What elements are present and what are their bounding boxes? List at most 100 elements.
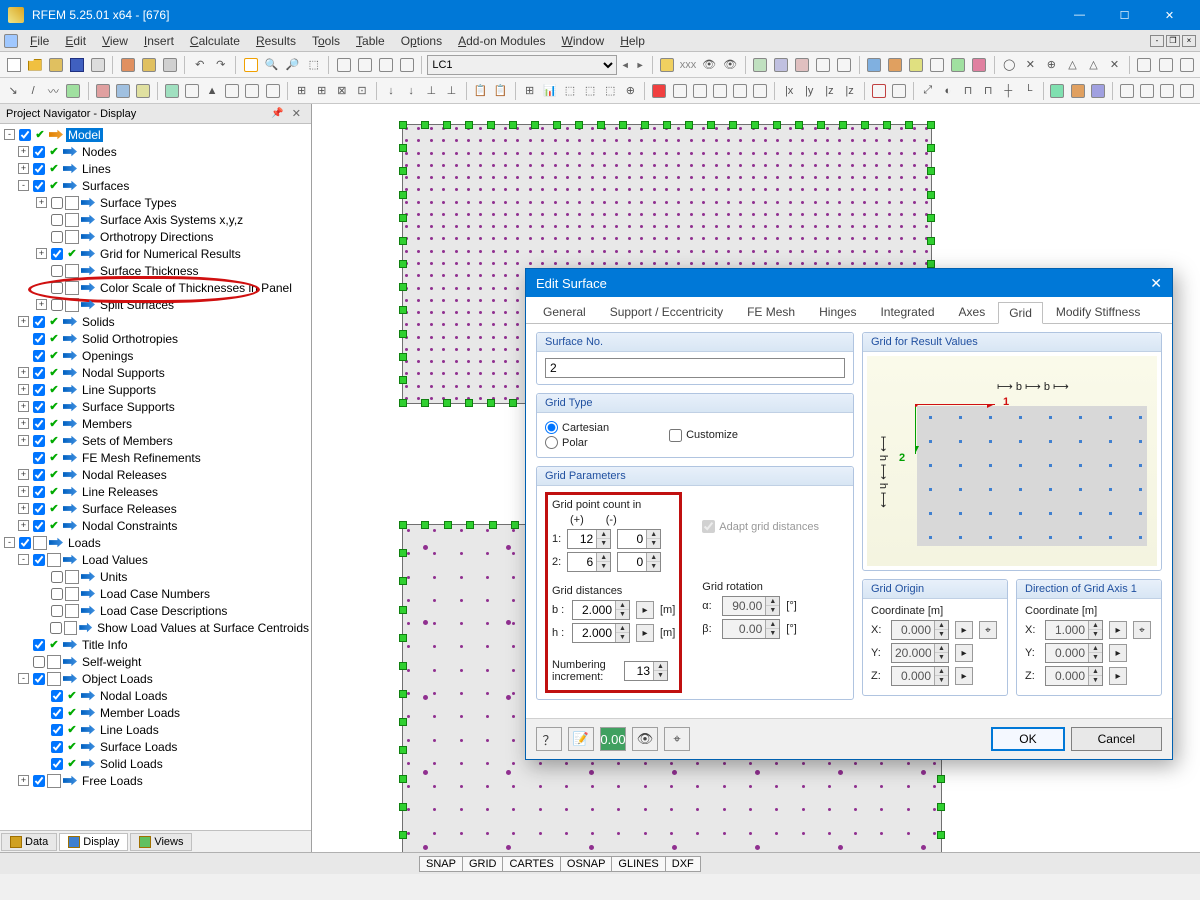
tb-btn-b4[interactable]: ⬚	[304, 55, 323, 75]
tree-line_sup[interactable]: +✔Line Supports	[0, 381, 311, 398]
tab-fe[interactable]: FE Mesh	[736, 301, 806, 323]
tree-model[interactable]: -✔Model	[0, 126, 311, 143]
menu-help[interactable]: Help	[612, 32, 653, 50]
help-icon[interactable]: ？	[536, 727, 562, 751]
tree-load_values[interactable]: -Load Values	[0, 551, 311, 568]
tb-btn-c3[interactable]	[376, 55, 395, 75]
undo-button[interactable]: ↶	[190, 55, 209, 75]
t2-41[interactable]	[890, 81, 908, 101]
t2-30[interactable]	[650, 81, 668, 101]
tb-g5[interactable]: △	[1084, 55, 1103, 75]
dist-h[interactable]: ▲▼	[572, 623, 630, 643]
tb-btn-a2[interactable]	[139, 55, 158, 75]
tree-fe_ref[interactable]: ✔FE Mesh Refinements	[0, 449, 311, 466]
loadcase-combo[interactable]: LC1	[427, 55, 616, 75]
nav-tab-data[interactable]: Data	[1, 833, 57, 851]
calc-icon[interactable]: 0.00	[600, 727, 626, 751]
tb-f6[interactable]	[970, 55, 989, 75]
count-1-minus[interactable]: ▲▼	[617, 529, 661, 549]
pin-icon[interactable]: 📌	[267, 108, 287, 119]
tb-e5[interactable]	[835, 55, 854, 75]
tb-e1[interactable]	[751, 55, 770, 75]
tree-lines[interactable]: +✔Lines	[0, 160, 311, 177]
t2-14[interactable]: ⊞	[293, 81, 311, 101]
polar-radio[interactable]	[545, 436, 558, 449]
tab-support[interactable]: Support / Eccentricity	[599, 301, 734, 323]
tree-solid_ortho[interactable]: ✔Solid Orthotropies	[0, 330, 311, 347]
tree-ll[interactable]: ✔Line Loads	[0, 721, 311, 738]
menu-calculate[interactable]: Calculate	[182, 32, 248, 50]
tree-titleinfo[interactable]: ✔Title Info	[0, 636, 311, 653]
tree-sl[interactable]: ✔Surface Loads	[0, 738, 311, 755]
menu-table[interactable]: Table	[348, 32, 393, 50]
t2-52[interactable]	[1138, 81, 1156, 101]
menu-addons[interactable]: Add-on Modules	[450, 32, 553, 50]
t2-16[interactable]: ⊠	[333, 81, 351, 101]
tree-surfaces[interactable]: -✔Surfaces	[0, 177, 311, 194]
t2-27[interactable]: ⬚	[581, 81, 599, 101]
tree-surface_axis[interactable]: Surface Axis Systems x,y,z	[0, 211, 311, 228]
t2-15[interactable]: ⊞	[313, 81, 331, 101]
t2-1[interactable]: ↘	[4, 81, 22, 101]
tree-nodal_sup[interactable]: +✔Nodal Supports	[0, 364, 311, 381]
count-2-plus[interactable]: ▲▼	[567, 552, 611, 572]
t2-7[interactable]	[134, 81, 152, 101]
t2-26[interactable]: ⬚	[561, 81, 579, 101]
t2-43[interactable]: ◐	[939, 81, 957, 101]
tb-h2[interactable]	[1156, 55, 1175, 75]
nav-tab-views[interactable]: Views	[130, 833, 192, 851]
t2-38[interactable]: |z	[820, 81, 838, 101]
tb-e2[interactable]	[772, 55, 791, 75]
tree-obj_loads[interactable]: -Object Loads	[0, 670, 311, 687]
tb-h3[interactable]	[1177, 55, 1196, 75]
tree-ortho[interactable]: Orthotropy Directions	[0, 228, 311, 245]
t2-5[interactable]	[93, 81, 111, 101]
tb-f3[interactable]	[907, 55, 926, 75]
t2-36[interactable]: |x	[780, 81, 798, 101]
b-pick[interactable]: ▸	[636, 601, 654, 619]
tb-f5[interactable]	[949, 55, 968, 75]
tb-d1[interactable]	[657, 55, 676, 75]
t2-37[interactable]: |y	[800, 81, 818, 101]
t2-47[interactable]: └	[1019, 81, 1037, 101]
t2-40[interactable]	[870, 81, 888, 101]
eye-icon[interactable]: 👁	[632, 727, 658, 751]
mdi-controls[interactable]: -❐×	[1150, 35, 1196, 47]
tb-f2[interactable]	[886, 55, 905, 75]
t2-44[interactable]: ⊓	[959, 81, 977, 101]
tree-surf_sup[interactable]: +✔Surface Supports	[0, 398, 311, 415]
t2-20[interactable]: ⊥	[422, 81, 440, 101]
t2-2[interactable]: /	[24, 81, 42, 101]
tree-loads[interactable]: -Loads	[0, 534, 311, 551]
status-glines[interactable]: GLINES	[611, 856, 665, 872]
tree-showvals[interactable]: Show Load Values at Surface Centroids	[0, 619, 311, 636]
print-button[interactable]	[88, 55, 107, 75]
tb-e3[interactable]	[793, 55, 812, 75]
tab-modify[interactable]: Modify Stiffness	[1045, 301, 1151, 323]
menu-edit[interactable]: Edit	[57, 32, 94, 50]
tb-d2[interactable]: xxx	[679, 55, 698, 75]
menu-results[interactable]: Results	[248, 32, 304, 50]
tree-surface_types[interactable]: +Surface Types	[0, 194, 311, 211]
t2-39[interactable]: |z	[840, 81, 858, 101]
t2-48[interactable]	[1048, 81, 1066, 101]
pick-axis[interactable]: ⌖	[1133, 621, 1151, 639]
tb-btn-b2[interactable]: 🔍	[262, 55, 281, 75]
t2-23[interactable]: 📋	[492, 81, 510, 101]
count-2-minus[interactable]: ▲▼	[617, 552, 661, 572]
close-button[interactable]: ✕	[1147, 0, 1192, 30]
t2-8[interactable]	[163, 81, 181, 101]
status-grid[interactable]: GRID	[462, 856, 504, 872]
pick-origin[interactable]: ⌖	[979, 621, 997, 639]
t2-19[interactable]: ↓	[402, 81, 420, 101]
cancel-button[interactable]: Cancel	[1071, 727, 1162, 751]
redo-button[interactable]: ↷	[211, 55, 230, 75]
t2-11[interactable]	[223, 81, 241, 101]
tree-solids[interactable]: +✔Solids	[0, 313, 311, 330]
t2-3[interactable]: 〰	[44, 81, 62, 101]
tree-lcdesc[interactable]: Load Case Descriptions	[0, 602, 311, 619]
t2-42[interactable]: ⤢	[919, 81, 937, 101]
t2-35[interactable]	[751, 81, 769, 101]
menu-options[interactable]: Options	[393, 32, 450, 50]
ax-pick[interactable]: ▸	[1109, 621, 1127, 639]
